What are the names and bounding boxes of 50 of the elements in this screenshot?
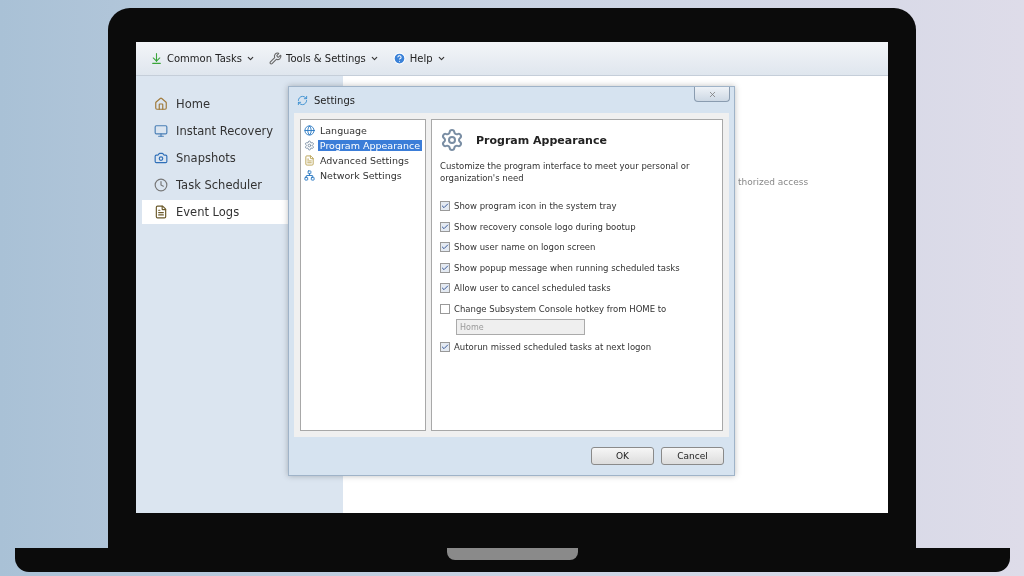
checkbox[interactable] — [440, 283, 450, 294]
help-icon — [392, 52, 406, 65]
dialog-button[interactable]: Cancel — [661, 447, 724, 465]
download-icon — [150, 52, 163, 65]
checkbox[interactable] — [440, 221, 450, 232]
gear-icon — [440, 128, 464, 152]
gear-icon — [304, 140, 315, 151]
globe-icon — [304, 125, 315, 136]
close-icon — [707, 89, 717, 99]
refresh-icon — [297, 94, 308, 106]
close-button[interactable] — [694, 87, 730, 102]
wrench-icon — [269, 52, 282, 65]
tree-item[interactable]: Language — [318, 125, 369, 136]
checkbox-label: Show recovery console logo during bootup — [454, 221, 636, 232]
caret-icon — [436, 54, 446, 63]
dialog-button[interactable]: OK — [591, 447, 654, 465]
checkbox-label: Show popup message when running scheduled tasks — [454, 262, 680, 273]
checkbox-label: Show user name on logon screen — [454, 242, 596, 253]
caret-icon — [246, 54, 255, 63]
checkbox-label: Show program icon in the system tray — [454, 201, 617, 212]
checkbox[interactable] — [440, 262, 450, 273]
caret-icon — [369, 54, 379, 63]
tree-item[interactable]: Program Appearance — [317, 140, 422, 151]
toolbar-menu[interactable]: Help — [392, 52, 446, 65]
sidebar-item[interactable]: Home — [142, 92, 297, 116]
checkbox[interactable] — [440, 342, 450, 353]
panel-description: Customize the program interface to meet your personal or organization's need — [440, 160, 691, 184]
sidebar-item[interactable]: Task Scheduler — [142, 173, 297, 197]
house-icon — [154, 97, 168, 111]
checkbox[interactable] — [440, 201, 450, 212]
document-icon — [154, 205, 168, 219]
sidebar-item[interactable]: Snapshots — [142, 146, 297, 170]
tree-item[interactable]: Network Settings — [318, 170, 404, 181]
checkbox-label: Autorun missed scheduled tasks at next logon — [454, 342, 652, 353]
network-icon — [304, 170, 315, 181]
camera-icon — [154, 151, 168, 165]
clock-icon — [154, 178, 168, 192]
content-text: thorized access — [738, 177, 809, 187]
panel-heading: Program Appearance — [476, 133, 607, 147]
tree-item[interactable]: Advanced Settings — [318, 155, 411, 166]
checkbox[interactable] — [440, 242, 450, 253]
checkbox[interactable] — [440, 303, 450, 314]
dialog-title: Settings — [314, 94, 355, 106]
checkbox-label: Change Subsystem Console hotkey from HOME to — [454, 303, 667, 314]
toolbar-menu[interactable]: Common Tasks — [150, 52, 255, 65]
sidebar-item[interactable]: Instant Recovery — [142, 119, 297, 143]
checkbox-label: Allow user to cancel scheduled tasks — [454, 283, 611, 294]
monitor-icon — [154, 124, 168, 138]
toolbar-menu[interactable]: Tools & Settings — [269, 52, 379, 65]
document-icon — [304, 155, 315, 166]
